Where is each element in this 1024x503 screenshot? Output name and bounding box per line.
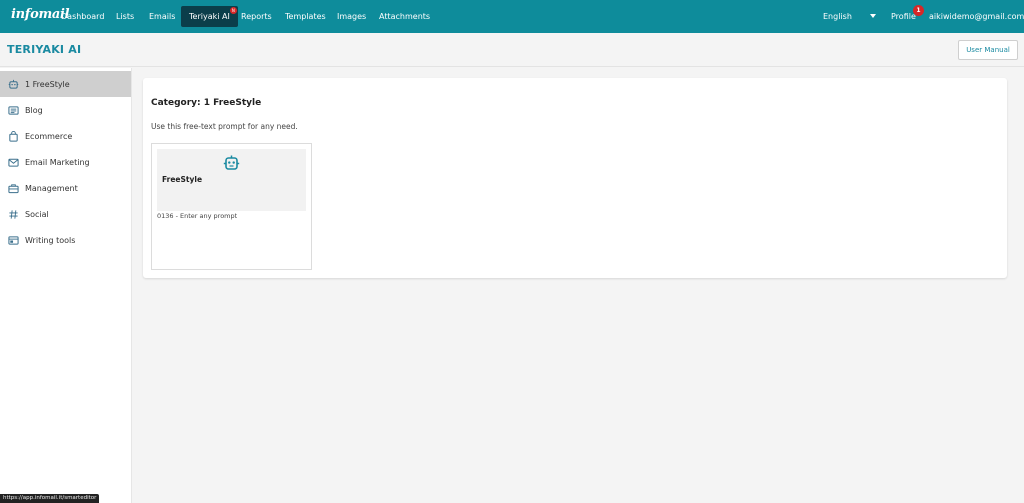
category-description: Use this free-text prompt for any need.: [151, 122, 298, 131]
sidebar: 1 FreeStyle Blog Ecommerce Email Marketi…: [0, 68, 132, 503]
briefcase-icon: [8, 183, 19, 193]
nav-lists[interactable]: Lists: [116, 0, 134, 33]
hashtag-icon: [9, 209, 18, 219]
sidebar-item-label: Writing tools: [25, 235, 76, 245]
prompt-tile-title: FreeStyle: [162, 175, 203, 184]
new-badge: N: [229, 7, 237, 14]
profile-link[interactable]: Profile: [891, 0, 916, 33]
nav-teriyaki-ai-label: Teriyaki AI: [189, 12, 230, 21]
sidebar-item-email-marketing[interactable]: Email Marketing: [0, 149, 131, 175]
envelope-icon: [8, 158, 19, 167]
tools-icon: [8, 235, 19, 245]
user-manual-button[interactable]: User Manual: [958, 40, 1018, 60]
nav-attachments[interactable]: Attachments: [379, 0, 430, 33]
sidebar-item-label: 1 FreeStyle: [25, 79, 70, 89]
sidebar-item-ecommerce[interactable]: Ecommerce: [0, 123, 131, 149]
nav-images[interactable]: Images: [337, 0, 366, 33]
prompt-tile-freestyle[interactable]: FreeStyle 0136 - Enter any prompt: [151, 143, 312, 270]
sidebar-item-blog[interactable]: Blog: [0, 97, 131, 123]
nav-dashboard[interactable]: Dashboard: [61, 0, 104, 33]
robot-icon: [223, 155, 240, 170]
robot-icon: [8, 79, 19, 89]
sidebar-item-label: Email Marketing: [25, 157, 90, 167]
sidebar-item-label: Blog: [25, 105, 43, 115]
page-header: TERIYAKI AI User Manual: [0, 33, 1024, 67]
category-title: Category: 1 FreeStyle: [151, 98, 262, 108]
top-navbar: infomail Dashboard Lists Emails Teriyaki…: [0, 0, 1024, 33]
prompt-tile-header: FreeStyle: [157, 149, 306, 211]
page-title: TERIYAKI AI: [7, 43, 82, 56]
nav-teriyaki-ai[interactable]: Teriyaki AI N: [181, 6, 238, 27]
link-status-bar: https://app.infomail.it/smarteditor: [0, 494, 100, 503]
prompt-tile-description: 0136 - Enter any prompt: [157, 212, 238, 220]
nav-reports[interactable]: Reports: [241, 0, 272, 33]
chevron-down-icon[interactable]: [870, 14, 876, 18]
newspaper-icon: [8, 105, 19, 115]
category-panel: Category: 1 FreeStyle Use this free-text…: [143, 78, 1007, 278]
sidebar-item-freestyle[interactable]: 1 FreeStyle: [0, 71, 131, 97]
sidebar-item-writing-tools[interactable]: Writing tools: [0, 227, 131, 253]
shopping-bag-icon: [9, 130, 18, 142]
sidebar-item-label: Ecommerce: [25, 131, 73, 141]
nav-emails[interactable]: Emails: [149, 0, 175, 33]
nav-templates[interactable]: Templates: [285, 0, 326, 33]
sidebar-item-social[interactable]: Social: [0, 201, 131, 227]
notification-badge[interactable]: 1: [913, 5, 924, 16]
user-email[interactable]: aikiwidemo@gmail.com: [929, 0, 1024, 33]
sidebar-item-label: Social: [25, 209, 49, 219]
language-selector[interactable]: English: [823, 0, 852, 33]
sidebar-item-label: Management: [25, 183, 78, 193]
sidebar-item-management[interactable]: Management: [0, 175, 131, 201]
